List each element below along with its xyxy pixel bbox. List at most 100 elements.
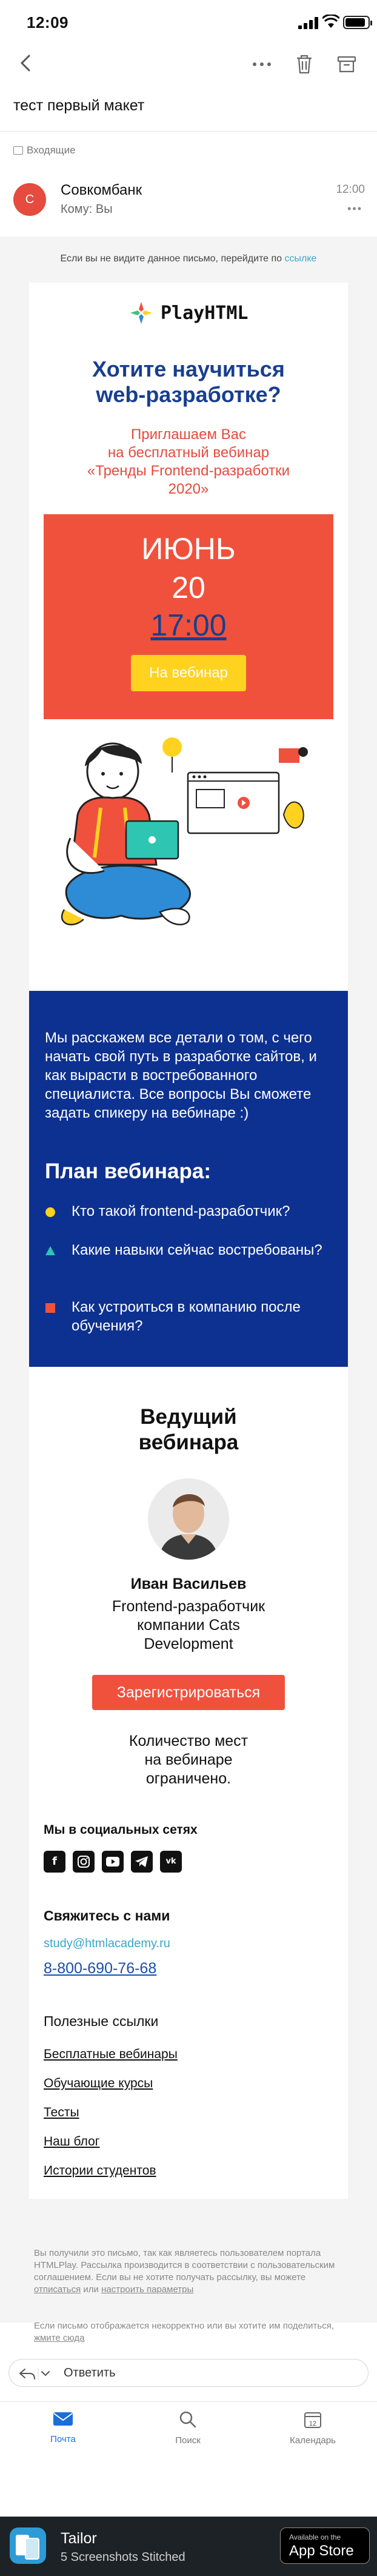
host-role: Frontend-разработчик компании Cats Devel… xyxy=(29,1597,348,1654)
playhtml-logo: PlayHTML xyxy=(29,301,348,325)
mail-icon xyxy=(53,2412,73,2426)
footer-share: Если письмо отображается некорректно или… xyxy=(34,2320,343,2344)
red-square-icon xyxy=(45,1303,55,1313)
tab-label: Почта xyxy=(50,2434,76,2444)
useful-link[interactable]: Наш блог xyxy=(44,2135,99,2149)
sender-row[interactable]: С Совкомбанк Кому: Вы 12:00 ••• xyxy=(13,181,365,223)
share-link[interactable]: жмите сюда xyxy=(34,2333,84,2343)
seats-limited-line: Количество мест xyxy=(128,1732,249,1749)
invite-line: на бесплатный вебинар xyxy=(107,444,270,461)
facebook-icon[interactable]: f xyxy=(44,1851,65,1873)
host-name: Иван Васильев xyxy=(130,1575,247,1592)
plan-item-text: Как устроиться в компанию после обучения… xyxy=(72,1299,301,1334)
archive-icon[interactable] xyxy=(335,52,359,76)
store-badge-small: Available on the xyxy=(289,2533,341,2541)
useful-link[interactable]: Обучающие курсы xyxy=(44,2076,153,2091)
banner-title: Tailor xyxy=(61,2530,97,2547)
useful-link[interactable]: Бесплатные вебинары xyxy=(44,2047,178,2062)
calendar-icon: 12 xyxy=(304,2412,321,2428)
tab-bar: Почта Поиск 12 Календарь xyxy=(0,2401,377,2460)
view-online-link[interactable]: ссылке xyxy=(285,253,317,264)
webinar-plan-block: Мы расскажем все детали о том, с чего на… xyxy=(29,991,348,1367)
wifi-icon xyxy=(322,15,339,28)
youtube-icon[interactable] xyxy=(102,1851,124,1873)
view-online-text: Если вы не видите данное письмо, перейди… xyxy=(60,253,282,264)
host-role-line: Development xyxy=(144,1635,233,1652)
status-bar: 12:09 xyxy=(0,0,377,42)
footer-text: вы не хотите получать рассылку, вы может… xyxy=(119,2272,306,2283)
host-photo xyxy=(148,1478,229,1560)
trash-icon[interactable] xyxy=(292,52,316,76)
plan-title: План вебинара: xyxy=(45,1159,212,1183)
tab-search[interactable]: Поиск xyxy=(152,2410,224,2446)
invite-line: Приглашаем Вас xyxy=(130,426,247,443)
instagram-icon[interactable] xyxy=(73,1851,95,1873)
webinar-month: ИЮНЬ xyxy=(141,532,236,566)
developer-illustration xyxy=(61,737,308,925)
folder-icon xyxy=(13,146,23,155)
vk-icon[interactable]: vk xyxy=(160,1851,182,1873)
useful-link[interactable]: Истории студентов xyxy=(44,2164,156,2178)
webinar-time-link[interactable]: 17:00 xyxy=(44,608,333,643)
plan-item-text: Кто такой frontend-разработчик? xyxy=(72,1203,290,1219)
folder-name: Входящие xyxy=(27,144,76,156)
tab-calendar[interactable]: 12 Календарь xyxy=(276,2410,349,2446)
reply-field[interactable]: Ответить xyxy=(8,2359,369,2387)
seats-limited-line: ограничено. xyxy=(145,1770,232,1787)
social-title: Мы в социальных сетях xyxy=(44,1823,198,1837)
invite-text: Приглашаем Вас на бесплатный вебинар «Тр… xyxy=(29,426,348,498)
host-title: Ведущий вебинара xyxy=(29,1404,348,1455)
avatar: С xyxy=(13,183,46,216)
settings-link[interactable]: настроить параметры xyxy=(101,2284,193,2295)
green-triangle-icon xyxy=(45,1246,55,1255)
more-dots-icon[interactable] xyxy=(250,52,274,76)
battery-icon xyxy=(343,16,372,29)
footer-text: или xyxy=(83,2284,99,2295)
reply-bar: Ответить xyxy=(0,2353,377,2395)
calendar-day: 12 xyxy=(309,2420,316,2427)
tailor-app-icon xyxy=(10,2527,46,2564)
reply-icon xyxy=(19,2368,50,2380)
webinar-intro: Мы расскажем все детали о том, с чего на… xyxy=(45,1030,317,1121)
logo-text: PlayHTML xyxy=(160,302,249,324)
seats-limited-note: Количество мест на вебинаре ограничено. xyxy=(29,1732,348,1788)
chevron-left-icon[interactable] xyxy=(15,51,39,75)
contact-title: Свяжитесь с нами xyxy=(44,1908,170,1924)
telegram-icon[interactable] xyxy=(131,1851,153,1873)
footer-legal: Вы получили это письмо, так как являетес… xyxy=(34,2247,343,2296)
store-badge-big: App Store xyxy=(289,2543,354,2559)
app-store-banner[interactable]: Tailor 5 Screenshots Stitched Available … xyxy=(0,2517,377,2576)
host-title-line: Ведущий xyxy=(140,1405,237,1429)
mail-toolbar xyxy=(0,42,377,85)
newsletter-card: PlayHTML Хотите научиться web-разработке… xyxy=(29,283,348,2199)
divider xyxy=(0,131,377,132)
register-button[interactable]: Зарегистрироваться xyxy=(92,1675,285,1710)
webinar-day: 20 xyxy=(172,571,205,605)
yellow-dot-icon xyxy=(45,1207,55,1217)
received-time: 12:00 xyxy=(336,183,365,196)
folder-label[interactable]: Входящие xyxy=(13,144,76,156)
useful-link[interactable]: Тесты xyxy=(44,2105,79,2120)
date-block: ИЮНЬ 20 17:00 На вебинар xyxy=(44,514,333,719)
headline-line: web-разработке? xyxy=(96,382,281,407)
message-more-button[interactable]: ••• xyxy=(347,203,362,215)
cellular-signal-icon xyxy=(298,17,319,29)
to-webinar-button[interactable]: На вебинар xyxy=(131,655,246,691)
invite-line: 2020» xyxy=(168,481,209,497)
logo-icon xyxy=(130,302,152,324)
tab-label: Календарь xyxy=(290,2435,336,2446)
unsubscribe-link[interactable]: отписаться xyxy=(34,2284,81,2295)
invite-line: «Тренды Frontend-разработки xyxy=(87,463,290,479)
plan-item-text: Какие навыки сейчас востребованы? xyxy=(72,1242,322,1258)
status-time: 12:09 xyxy=(27,13,68,32)
contact-phone-link[interactable]: 8-800-690-76-68 xyxy=(44,1960,156,1977)
headline-line: Хотите научиться xyxy=(92,357,285,381)
contact-email-link[interactable]: study@htmlacademy.ru xyxy=(44,1937,170,1951)
view-online-line: Если вы не видите данное письмо, перейди… xyxy=(0,253,377,264)
host-role-line: Frontend-разработчик xyxy=(112,1598,265,1615)
tab-mail[interactable]: Почта xyxy=(27,2410,99,2444)
footer-text: Если письмо отображается некорректно или… xyxy=(34,2321,335,2331)
recipient-label: Кому: Вы xyxy=(61,203,113,216)
app-store-badge[interactable]: Available on the App Store xyxy=(280,2527,370,2564)
useful-links-title: Полезные ссылки xyxy=(44,2013,159,2029)
